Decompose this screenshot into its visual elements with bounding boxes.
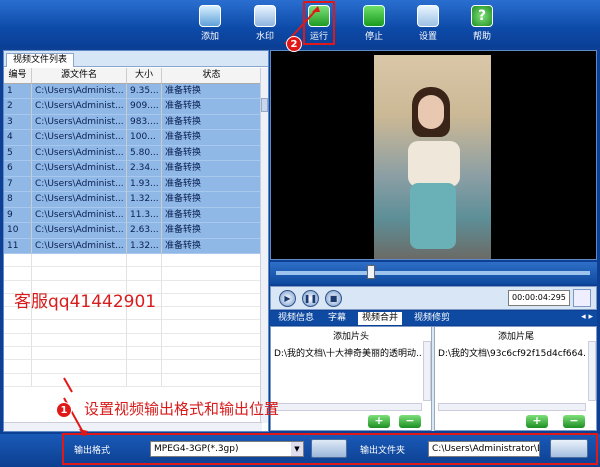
arrow-to-run-head <box>312 6 320 12</box>
step-badge-1: 1 <box>56 402 72 418</box>
step-badge-2: 2 <box>286 36 302 52</box>
arrow-to-output-head <box>79 429 88 437</box>
arrow-line-1 <box>63 377 73 393</box>
annotation-arrows <box>63 6 320 437</box>
annotation-note: 设置视频输出格式和输出位置 <box>84 400 280 418</box>
